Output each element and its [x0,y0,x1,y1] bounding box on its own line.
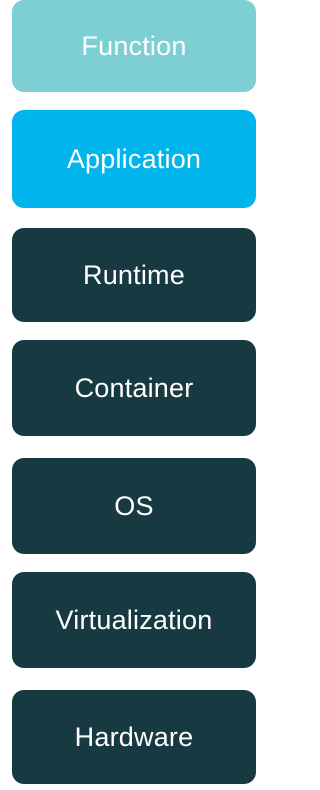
application-label: Application [66,143,202,174]
virtualization-label: Virtualization [55,604,213,635]
os-layer: OS [12,458,256,554]
container-label: Container [74,372,194,403]
application-layer: Application [12,110,256,208]
function-layer: Function [12,0,256,92]
hardware-label: Hardware [74,721,194,752]
container-layer: Container [12,340,256,436]
layer-stack: Function Application Runtime Container O… [0,0,269,790]
os-label: OS [114,490,154,521]
function-label: Function [81,30,187,61]
hardware-layer: Hardware [12,690,256,784]
virtualization-layer: Virtualization [12,572,256,668]
runtime-label: Runtime [83,259,185,290]
runtime-layer: Runtime [12,228,256,322]
